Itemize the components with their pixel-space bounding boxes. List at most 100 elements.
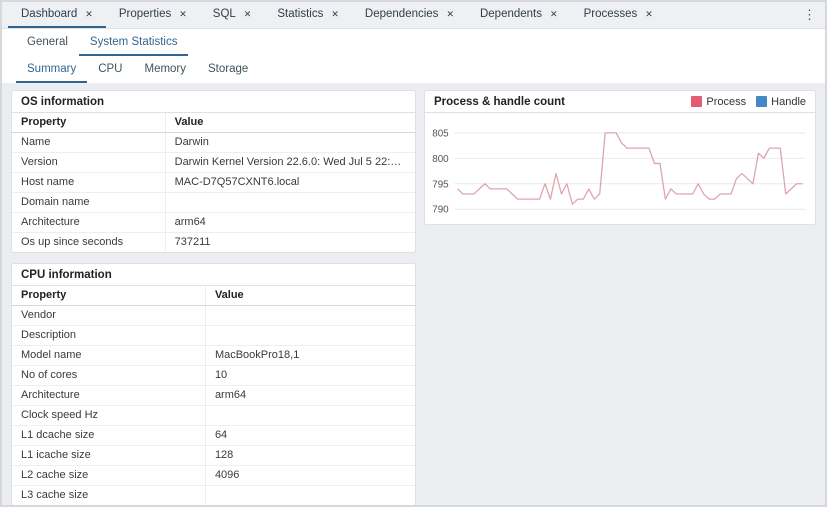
property-cell: Vendor [12, 306, 205, 326]
value-cell: MacBookPro18,1 [205, 346, 415, 366]
table-row: Os up since seconds737211 [12, 233, 415, 253]
stat-tab-bar: Summary CPU Memory Storage [2, 56, 825, 83]
tab-label: System Statistics [90, 36, 178, 48]
y-tick-label-795: 795 [432, 179, 449, 190]
property-cell: Architecture [12, 386, 205, 406]
tab-sql[interactable]: SQL ✕ [200, 2, 265, 28]
overflow-menu-icon[interactable]: ⋮ [799, 7, 820, 23]
tab-dependencies[interactable]: Dependencies ✕ [352, 2, 467, 28]
value-cell [205, 326, 415, 346]
left-column: OS information PropertyValue NameDarwinV… [11, 90, 416, 505]
os-info-table: PropertyValue NameDarwinVersionDarwin Ke… [12, 113, 415, 252]
column-header-property: Property [12, 113, 165, 133]
table-row: Host nameMAC-D7Q57CXNT6.local [12, 173, 415, 193]
close-icon[interactable]: ✕ [179, 10, 187, 19]
property-cell: No of cores [12, 366, 205, 386]
tab-general[interactable]: General [16, 29, 79, 56]
tab-label: CPU [98, 63, 122, 75]
process-handle-panel: Process & handle count Process Handle 790… [424, 90, 816, 225]
os-information-title: OS information [21, 96, 104, 108]
property-cell: Os up since seconds [12, 233, 165, 253]
legend-swatch-process [691, 96, 702, 107]
dashboard-content: OS information PropertyValue NameDarwinV… [2, 83, 825, 505]
legend-label: Process [706, 96, 746, 108]
table-row: Model nameMacBookPro18,1 [12, 346, 415, 366]
value-cell: Darwin Kernel Version 22.6.0: Wed Jul 5 … [165, 153, 415, 173]
tab-label: Dependencies [365, 8, 439, 20]
close-icon[interactable]: ✕ [331, 10, 339, 19]
tab-label: Storage [208, 63, 248, 75]
y-tick-label-790: 790 [432, 205, 449, 216]
y-tick-label-805: 805 [432, 128, 449, 139]
property-cell: Name [12, 133, 165, 153]
cpu-info-table-head: PropertyValue [12, 286, 415, 306]
value-cell: arm64 [165, 213, 415, 233]
tab-label: Dependents [480, 8, 542, 20]
table-row: L1 dcache size64 [12, 426, 415, 446]
os-info-table-head: PropertyValue [12, 113, 415, 133]
value-cell [205, 486, 415, 506]
app-window: Dashboard✕Properties✕SQL✕Statistics✕Depe… [0, 0, 827, 507]
right-column: Process & handle count Process Handle 790… [424, 90, 816, 225]
table-row: Domain name [12, 193, 415, 213]
table-row: Vendor [12, 306, 415, 326]
series-line-process [457, 133, 802, 204]
table-row: Architecturearm64 [12, 213, 415, 233]
tab-summary[interactable]: Summary [16, 56, 87, 83]
y-tick-label-800: 800 [432, 154, 449, 165]
property-cell: L2 cache size [12, 466, 205, 486]
process-handle-header: Process & handle count Process Handle [425, 91, 815, 113]
close-icon[interactable]: ✕ [446, 10, 454, 19]
cpu-information-title: CPU information [21, 269, 112, 281]
os-info-table-body: NameDarwinVersionDarwin Kernel Version 2… [12, 133, 415, 253]
tab-dashboard[interactable]: Dashboard ✕ [8, 2, 106, 28]
tab-dependents[interactable]: Dependents ✕ [467, 2, 571, 28]
table-row: Architecturearm64 [12, 386, 415, 406]
process-handle-title: Process & handle count [434, 96, 565, 108]
tab-label: Dashboard [21, 8, 77, 20]
tab-label: Properties [119, 8, 171, 20]
legend-swatch-handle [756, 96, 767, 107]
close-icon[interactable]: ✕ [244, 10, 252, 19]
close-icon[interactable]: ✕ [645, 10, 653, 19]
close-icon[interactable]: ✕ [85, 10, 93, 19]
tab-label: Processes [584, 8, 638, 20]
table-row: Description [12, 326, 415, 346]
table-row: L3 cache size [12, 486, 415, 506]
tab-processes[interactable]: Processes ✕ [571, 2, 666, 28]
tab-memory[interactable]: Memory [133, 56, 197, 83]
table-row: L2 cache size4096 [12, 466, 415, 486]
property-cell: Domain name [12, 193, 165, 213]
tab-cpu[interactable]: CPU [87, 56, 133, 83]
cpu-information-panel: CPU information PropertyValue VendorDesc… [11, 263, 416, 505]
value-cell [205, 406, 415, 426]
tab-label: SQL [213, 8, 236, 20]
property-cell: Description [12, 326, 205, 346]
property-cell: Host name [12, 173, 165, 193]
value-cell: 737211 [165, 233, 415, 253]
value-cell: arm64 [205, 386, 415, 406]
value-cell: 4096 [205, 466, 415, 486]
property-cell: Architecture [12, 213, 165, 233]
table-header-row: PropertyValue [12, 286, 415, 306]
os-information-panel: OS information PropertyValue NameDarwinV… [11, 90, 416, 253]
cpu-info-table-body: VendorDescriptionModel nameMacBookPro18,… [12, 306, 415, 506]
value-cell: 128 [205, 446, 415, 466]
column-header-property: Property [12, 286, 205, 306]
chart-legend: Process Handle [691, 96, 806, 108]
value-cell: 64 [205, 426, 415, 446]
value-cell: MAC-D7Q57CXNT6.local [165, 173, 415, 193]
process-handle-chart: 790 795 800 805 [425, 113, 815, 224]
tab-system-statistics[interactable]: System Statistics [79, 29, 189, 56]
tab-label: General [27, 36, 68, 48]
tab-statistics[interactable]: Statistics✕ [264, 2, 352, 28]
tab-storage[interactable]: Storage [197, 56, 259, 83]
legend-item-handle: Handle [756, 96, 806, 108]
cpu-information-header: CPU information [12, 264, 415, 286]
tab-properties[interactable]: Properties ✕ [106, 2, 200, 28]
close-icon[interactable]: ✕ [550, 10, 558, 19]
cpu-info-table: PropertyValue VendorDescriptionModel nam… [12, 286, 415, 505]
tab-label: Summary [27, 63, 76, 75]
value-cell: 10 [205, 366, 415, 386]
property-cell: Version [12, 153, 165, 173]
